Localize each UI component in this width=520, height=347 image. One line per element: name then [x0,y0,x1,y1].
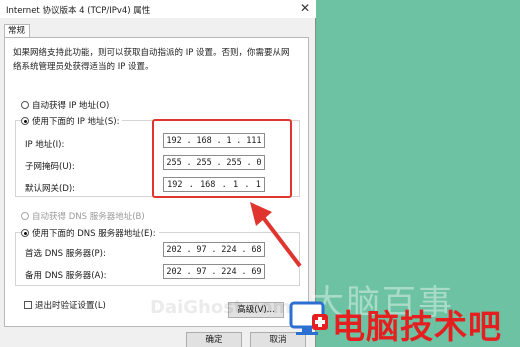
manual-ip-radio[interactable]: 使用下面的 IP 地址(S): [21,115,123,127]
manual-ip-label: 使用下面的 IP 地址(S): [32,117,120,127]
octet: 202 [166,266,182,277]
auto-dns-label: 自动获得 DNS 服务器地址(B) [32,212,145,222]
computer-logo-icon [289,301,328,335]
checkbox-icon [24,301,32,309]
octet: 224 [221,266,237,277]
radio-selected-icon [21,229,29,237]
preferred-dns-label: 首选 DNS 服务器(P): [25,249,106,259]
auto-dns-radio[interactable]: 自动获得 DNS 服务器地址(B) [21,210,145,222]
watermark-url: DaiGhost.com [150,297,292,318]
description-text: 如果网络支持此功能，则可以获取自动指派的 IP 设置。否则，你需要从网络系统管理… [13,48,290,72]
close-icon[interactable]: ✕ [300,1,310,15]
octet: 97 [196,244,207,255]
ip-address-label: IP 地址(I): [25,140,65,150]
default-gateway-label: 默认网关(D): [25,184,76,194]
dialog-title: Internet 协议版本 4 (TCP/IPv4) 属性 [6,6,151,16]
octet: 224 [221,244,237,255]
subnet-mask-label: 子网掩码(U): [25,162,75,172]
title-bar: Internet 协议版本 4 (TCP/IPv4) 属性 ✕ [0,0,316,18]
auto-ip-radio[interactable]: 自动获得 IP 地址(O) [21,99,109,111]
red-arrow-icon [250,202,302,268]
validate-checkbox[interactable]: 退出时验证设置(L) [24,299,106,311]
octet: 97 [196,266,207,277]
radio-icon [21,101,29,109]
manual-dns-label: 使用下面的 DNS 服务器地址(E): [32,229,156,239]
alternate-dns-label: 备用 DNS 服务器(A): [25,271,107,281]
ok-button[interactable]: 确定 [186,332,242,347]
highlight-box [152,119,292,198]
auto-ip-label: 自动获得 IP 地址(O) [32,101,110,111]
validate-label: 退出时验证设置(L) [35,301,106,311]
watermark-brand-text: 电脑技术吧 [332,307,502,346]
radio-selected-icon [21,117,29,125]
tab-general[interactable]: 常规 [4,24,30,38]
radio-icon [21,212,29,220]
octet: 202 [166,244,182,255]
manual-dns-radio[interactable]: 使用下面的 DNS 服务器地址(E): [21,227,159,239]
